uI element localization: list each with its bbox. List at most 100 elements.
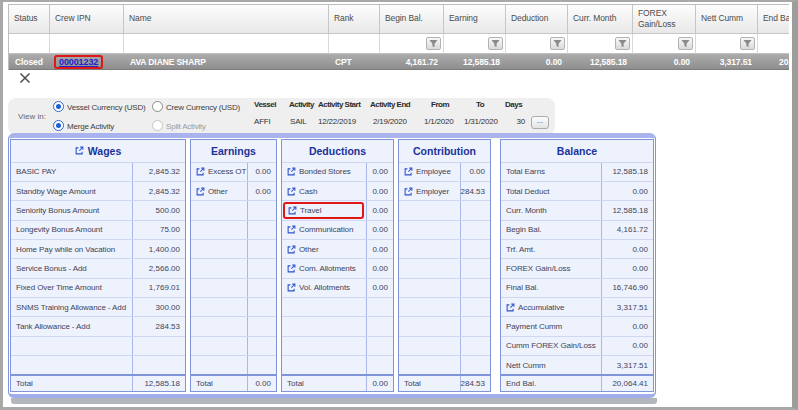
item-label-employee[interactable]: Employee	[399, 163, 460, 181]
radio-label: Merge Activity	[67, 122, 114, 131]
panel-row	[191, 258, 276, 277]
item-label-other[interactable]: Other	[191, 182, 247, 200]
item-label-fixed-over-time-amount: Fixed Over Time Amount	[11, 279, 132, 297]
panel-row	[399, 355, 490, 374]
row-cell-earning[interactable]: 12,585.18	[444, 54, 506, 70]
row-cell-nett[interactable]: 3,317.51	[696, 54, 758, 70]
column-header-rank[interactable]: Rank	[329, 5, 380, 34]
crew-ipn-link[interactable]: 00001232	[59, 57, 98, 67]
external-link-icon	[287, 187, 296, 196]
panel-row: Longevity Bonus Amount75.00	[11, 220, 185, 239]
filter-cell-rank[interactable]	[329, 34, 380, 54]
panel-row: Curr. Month12,585.18	[501, 200, 653, 219]
column-header-nett[interactable]: Nett Cumm	[696, 5, 758, 34]
row-cell-forex[interactable]: 0.00	[633, 54, 696, 70]
field-value: SAIL	[290, 117, 307, 126]
panel-row: Other0.00	[282, 239, 393, 258]
panel-row: Travel0.00	[282, 200, 393, 219]
panel-row	[191, 316, 276, 335]
item-label-curr-month: Curr. Month	[501, 201, 601, 219]
panel-row: Trf. Amt.0.00	[501, 239, 653, 258]
column-header-forex[interactable]: FOREX Gain/Loss	[633, 5, 696, 34]
panel-row: SNMS Training Allowance - Add300.00	[11, 297, 185, 316]
row-cell-end[interactable]: 20,064.41	[758, 54, 789, 70]
item-label-tank-allowance-add: Tank Allowance - Add	[11, 317, 132, 335]
item-label-bonded-stores[interactable]: Bonded Stores	[282, 163, 366, 181]
filter-cell-nett[interactable]	[696, 34, 758, 54]
grid-data-row[interactable]: Closed 00001232 AVA DIANE SHARPCPT4,161.72…	[9, 54, 789, 70]
filter-funnel-icon[interactable]	[678, 37, 693, 50]
item-label-begin-bal-: Begin Bal.	[501, 221, 601, 239]
panel-row: Payment Cumm0.00	[501, 316, 653, 335]
column-header-end[interactable]: End Bal.	[758, 5, 789, 34]
item-label-com-allotments[interactable]: Com. Allotments	[282, 259, 366, 277]
filter-cell-status[interactable]	[9, 34, 50, 54]
external-link-icon	[287, 264, 296, 273]
filter-funnel-icon[interactable]	[740, 37, 755, 50]
external-link-icon	[287, 245, 296, 254]
panel-row	[191, 297, 276, 316]
panel-row: Standby Wage Amount2,845.32	[11, 181, 185, 200]
row-cell-deduction[interactable]: 0.00	[506, 54, 568, 70]
filter-funnel-icon[interactable]	[426, 37, 441, 50]
panel-contribution: ContributionEmployee0.00Employer284.53To…	[398, 139, 491, 392]
panel-row	[191, 200, 276, 219]
panel-total-row: Total284.53	[399, 374, 490, 391]
radio-merge-activity[interactable]	[53, 120, 64, 131]
row-cell-rank[interactable]: CPT	[329, 54, 380, 70]
filter-funnel-icon[interactable]	[615, 37, 630, 50]
column-header-curr[interactable]: Curr. Month	[568, 5, 633, 34]
radio-split-activity[interactable]	[152, 120, 163, 131]
column-header-ipn[interactable]: Crew IPN	[50, 5, 124, 34]
column-header-begin[interactable]: Begin Bal.	[380, 5, 444, 34]
panel-total-row: Total0.00	[191, 374, 276, 391]
item-label-vol-allotments[interactable]: Vol. Allotments	[282, 279, 366, 297]
row-cell-begin[interactable]: 4,161.72	[380, 54, 444, 70]
item-label-accumulative[interactable]: Accumulative	[501, 298, 601, 316]
panel-row	[191, 220, 276, 239]
column-header-name[interactable]: Name	[124, 5, 329, 34]
panel-row	[191, 239, 276, 258]
field-value: 1/31/2020	[464, 117, 498, 126]
filter-cell-deduction[interactable]	[506, 34, 568, 54]
filter-cell-ipn[interactable]	[50, 34, 124, 54]
item-label-travel[interactable]: Travel	[282, 201, 366, 219]
panel-title-earnings: Earnings	[191, 140, 276, 162]
row-cell-status[interactable]: Closed	[9, 54, 50, 70]
column-header-deduction[interactable]: Deduction	[506, 5, 568, 34]
row-cell-curr[interactable]: 12,585.18	[568, 54, 633, 70]
filter-funnel-icon[interactable]	[550, 37, 565, 50]
item-label-excess-ot[interactable]: Excess OT	[191, 163, 247, 181]
item-label-employer[interactable]: Employer	[399, 182, 460, 200]
highlight-box: 00001232	[54, 55, 103, 69]
panel-row: Final Bal.16,746.90	[501, 278, 653, 297]
column-header-status[interactable]: Status	[9, 5, 50, 34]
panel-title-contribution: Contribution	[399, 140, 490, 162]
panels-container: WagesBASIC PAY2,845.32Standby Wage Amoun…	[8, 133, 656, 398]
row-cell-name[interactable]: AVA DIANE SHARP	[124, 54, 329, 70]
filter-cell-curr[interactable]	[568, 34, 633, 54]
column-header-earning[interactable]: Earning	[444, 5, 506, 34]
row-cell-ipn[interactable]: 00001232	[50, 54, 124, 70]
radio-vessel-currency-usd-[interactable]	[53, 101, 64, 112]
panel-row	[399, 220, 490, 239]
item-label-cash[interactable]: Cash	[282, 182, 366, 200]
filter-cell-begin[interactable]	[380, 34, 444, 54]
item-label-longevity-bonus-amount: Longevity Bonus Amount	[11, 221, 132, 239]
filter-cell-forex[interactable]	[633, 34, 696, 54]
filter-cell-end[interactable]	[758, 34, 789, 54]
filter-cell-name[interactable]	[124, 34, 329, 54]
item-label-forex-gain-loss: FOREX Gain/Loss	[501, 259, 601, 277]
item-label-other[interactable]: Other	[282, 240, 366, 258]
more-button[interactable]: ...	[531, 116, 549, 129]
panel-row: FOREX Gain/Loss0.00	[501, 258, 653, 277]
crew-grid: StatusCrew IPNNameRankBegin Bal.EarningD…	[8, 4, 789, 70]
panel-row: Employer284.53	[399, 181, 490, 200]
panel-row	[399, 278, 490, 297]
radio-crew-currency-usd-[interactable]	[152, 101, 163, 112]
item-label-communication[interactable]: Communication	[282, 221, 366, 239]
panel-row	[282, 336, 393, 355]
filter-funnel-icon[interactable]	[488, 37, 503, 50]
close-icon[interactable]	[19, 72, 31, 84]
filter-cell-earning[interactable]	[444, 34, 506, 54]
